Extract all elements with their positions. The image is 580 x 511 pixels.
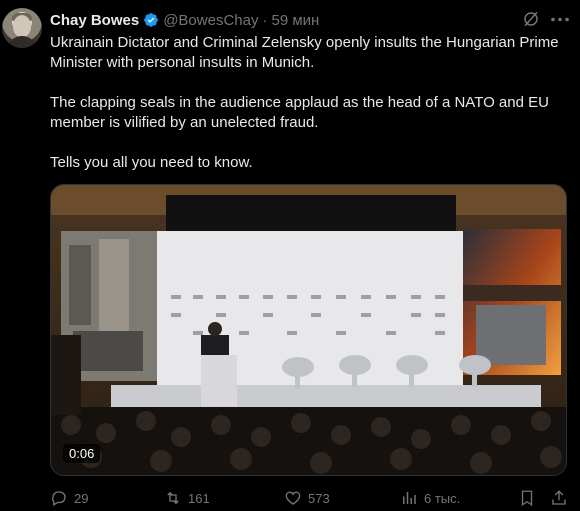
repost-button[interactable]: 161 xyxy=(164,487,210,509)
video-frame xyxy=(51,185,566,475)
video-player[interactable]: 0:06 xyxy=(50,184,567,476)
reply-icon xyxy=(52,491,66,506)
tweet-paragraph: The clapping seals in the audience appla… xyxy=(50,94,549,131)
like-button[interactable]: 573 xyxy=(284,487,330,509)
tweet-text: Ukrainain Dictator and Criminal Zelensky… xyxy=(50,33,570,173)
share-button[interactable] xyxy=(550,487,574,509)
views-button[interactable]: 6 тыс. xyxy=(400,487,460,509)
avatar[interactable] xyxy=(2,8,42,48)
video-timer: 0:06 xyxy=(63,444,101,463)
author-handle[interactable]: @BowesChay xyxy=(163,12,258,29)
action-bar: 29 161 573 6 тыс. xyxy=(50,487,570,509)
verified-icon xyxy=(144,13,159,27)
timestamp[interactable]: 59 мин xyxy=(271,12,319,29)
grok-icon[interactable] xyxy=(522,10,540,28)
views-icon xyxy=(403,492,416,504)
view-count: 6 тыс. xyxy=(424,490,461,506)
author-name[interactable]: Chay Bowes xyxy=(50,12,139,29)
reply-button[interactable]: 29 xyxy=(50,487,88,509)
repost-icon xyxy=(167,491,179,505)
tweet-paragraph: Tells you all you need to know. xyxy=(50,154,253,171)
bookmark-icon xyxy=(521,490,533,507)
reply-count: 29 xyxy=(74,490,89,506)
share-icon xyxy=(552,490,566,505)
bookmark-button[interactable] xyxy=(518,487,542,509)
repost-count: 161 xyxy=(188,490,210,506)
tweet-paragraph: Ukrainain Dictator and Criminal Zelensky… xyxy=(50,34,559,71)
more-icon[interactable] xyxy=(550,17,570,22)
like-count: 573 xyxy=(308,490,330,506)
like-icon xyxy=(285,491,301,505)
tweet-header: Chay Bowes @BowesChay · 59 мин xyxy=(50,10,319,30)
separator-dot: · xyxy=(262,11,268,29)
